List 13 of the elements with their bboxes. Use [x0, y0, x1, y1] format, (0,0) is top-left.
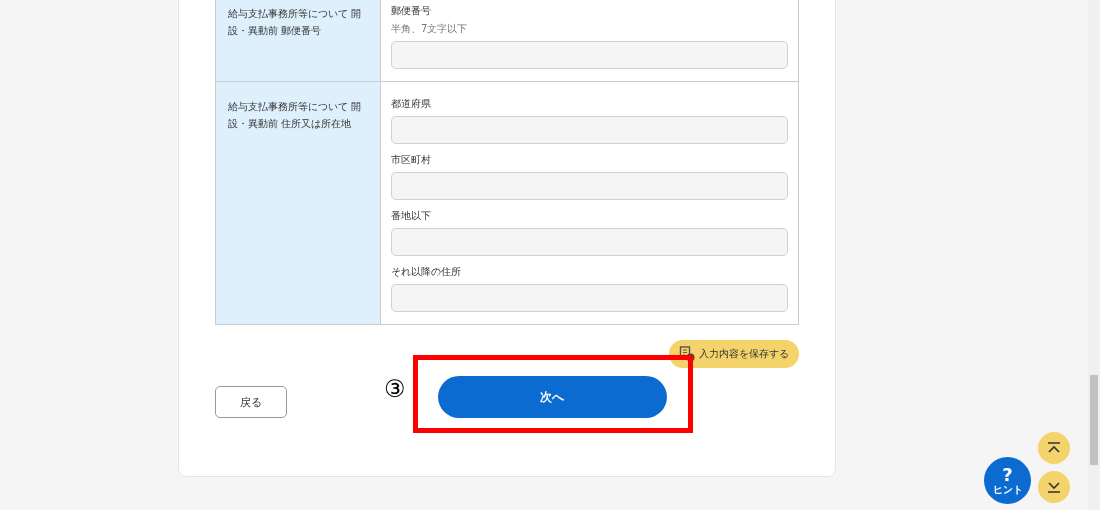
field-label: 郵便番号	[391, 4, 432, 18]
save-button[interactable]: 入力内容を保存する	[669, 340, 799, 368]
hint-button[interactable]: ? ヒント	[984, 457, 1031, 504]
field-label: 都道府県	[391, 97, 432, 111]
annotation-marker: ③	[384, 375, 406, 403]
field-hint: 半角、7文字以下	[391, 23, 469, 35]
row-label: 給与支払事務所等について 開設・異動前 住所又は所在地	[216, 82, 381, 324]
field-label: 番地以下	[391, 209, 432, 223]
back-button[interactable]: 戻る	[215, 386, 287, 418]
next-button[interactable]: 次へ	[437, 376, 667, 418]
row-label: 給与支払事務所等について 開設・異動前 郵便番号	[216, 0, 381, 81]
field-label: 市区町村	[391, 153, 432, 167]
field-label: それ以降の住所	[391, 265, 462, 279]
